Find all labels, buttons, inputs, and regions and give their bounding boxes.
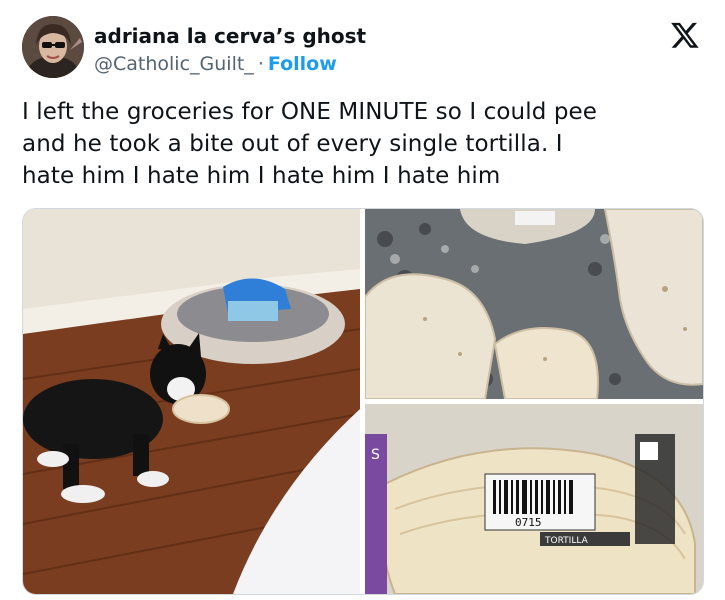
follow-button[interactable]: Follow xyxy=(268,53,337,75)
photo-cat-with-tortilla[interactable] xyxy=(23,209,360,594)
package-brand-text: TORTILLA xyxy=(544,536,589,546)
author-handle[interactable]: @Catholic_Guilt_ xyxy=(94,53,254,75)
tweet-header: adriana la cerva’s ghost @Catholic_Guilt… xyxy=(22,16,702,82)
avatar[interactable] xyxy=(22,16,84,78)
x-logo-icon[interactable] xyxy=(670,20,700,50)
package-side-letter: S xyxy=(371,447,380,463)
author-handle-line: @Catholic_Guilt_ · Follow xyxy=(94,52,337,76)
photo-tortilla-package[interactable]: S 0715 TORTILLA xyxy=(365,404,703,594)
package-number: 0715 xyxy=(515,516,542,529)
tweet-text-line: I left the groceries for ONE MINUTE so I… xyxy=(22,99,598,125)
author-display-name[interactable]: adriana la cerva’s ghost xyxy=(94,24,366,48)
tweet-text: I left the groceries for ONE MINUTE so I… xyxy=(22,96,702,192)
separator-dot: · xyxy=(257,53,264,75)
tweet-text-line: hate him I hate him I hate him I hate hi… xyxy=(22,163,501,189)
media-grid: S 0715 TORTILLA xyxy=(22,208,704,595)
tweet-text-line: and he took a bite out of every single t… xyxy=(22,131,563,157)
photo-bitten-tortillas[interactable] xyxy=(365,209,703,399)
